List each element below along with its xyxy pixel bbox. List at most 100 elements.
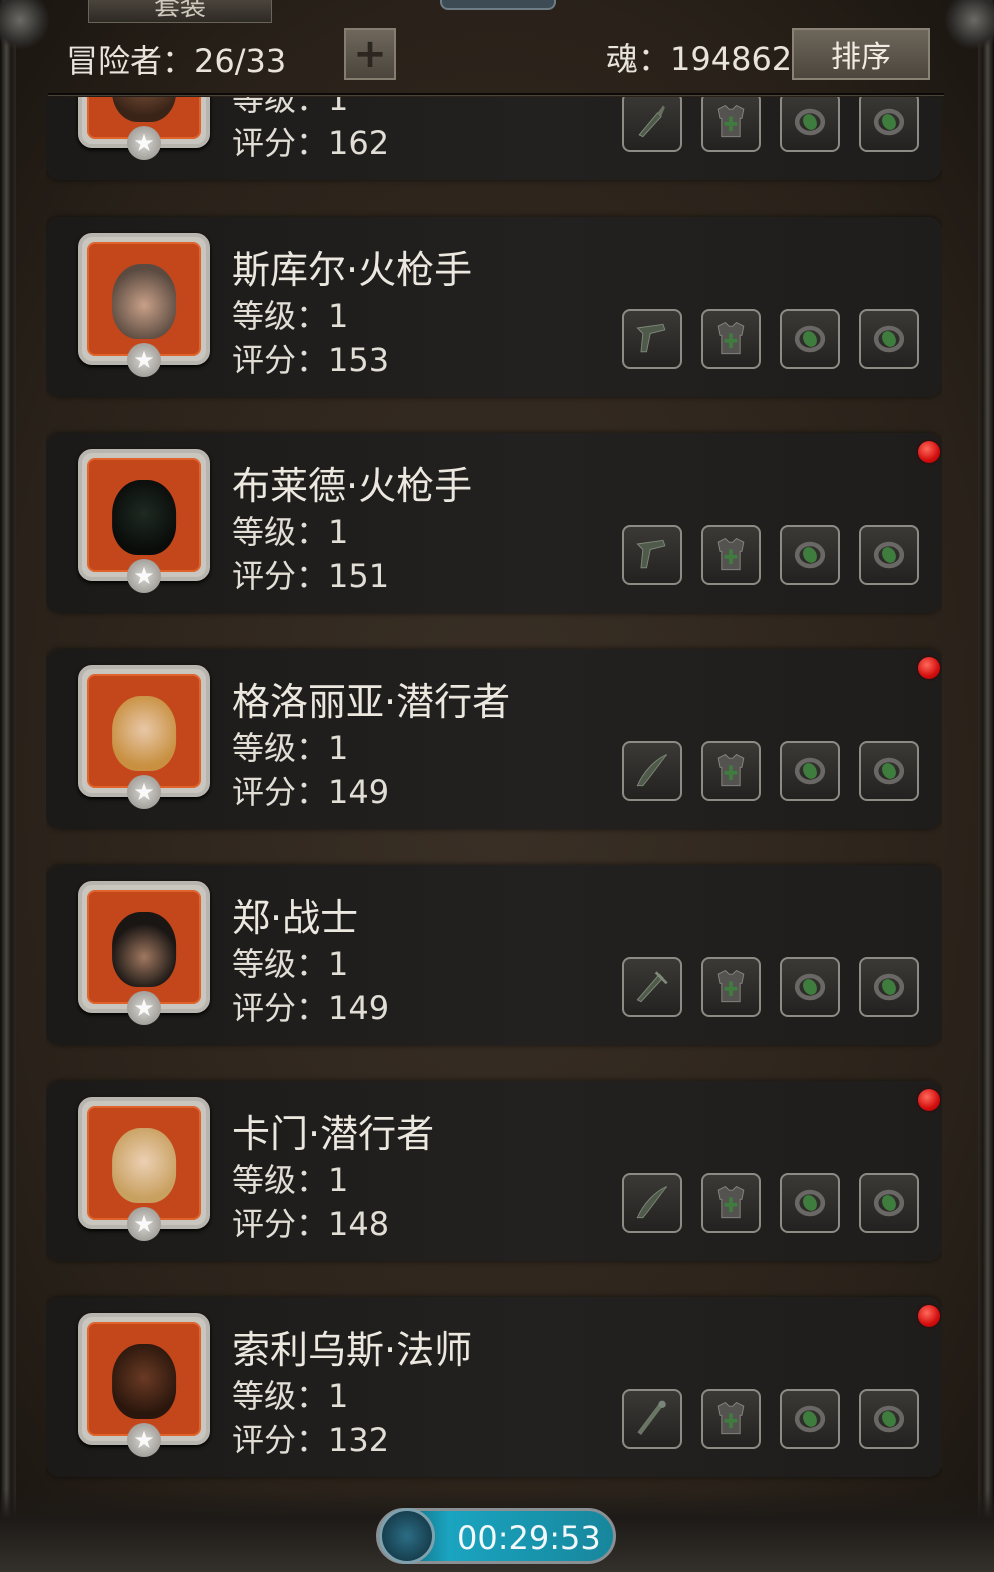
adventurer-level: 等级：1 [232, 1377, 349, 1415]
equipment-slot[interactable] [780, 309, 840, 369]
timer-value: 00:29:53 [457, 1519, 601, 1557]
ring-icon [873, 973, 905, 1001]
adventurer-portrait[interactable]: ★ [78, 233, 210, 377]
star-rank-icon: ★ [127, 126, 161, 160]
adventurer-portrait[interactable]: ★ [78, 449, 210, 593]
sort-button[interactable]: 排序 [792, 28, 930, 80]
add-adventurer-slot-button[interactable]: + [344, 28, 396, 80]
dagger-icon [638, 105, 665, 138]
adventurer-card[interactable]: ★ 郑·战士等级：1 评分：149 [46, 865, 942, 1045]
equipment-slot[interactable] [780, 741, 840, 801]
adventurer-level: 等级：1 [232, 513, 349, 551]
equipment-slot[interactable] [701, 525, 761, 585]
notification-dot [918, 1089, 940, 1111]
frame-corner-ornament [0, 0, 50, 50]
star-rank-icon: ★ [127, 775, 161, 809]
adventurer-portrait[interactable]: ★ [78, 1097, 210, 1241]
ring-icon [794, 1405, 826, 1433]
header-divider [48, 93, 944, 95]
portrait-background [87, 674, 201, 788]
adventurer-name: 索利乌斯·法师 [232, 1328, 473, 1372]
equipment-slot[interactable] [859, 97, 919, 152]
roster-header: 冒险者：26/33 + 魂：194862 排序 [50, 22, 944, 94]
notification-dot [918, 657, 940, 679]
ring-icon [794, 973, 826, 1001]
adventurer-level: 等级：1 [232, 945, 349, 983]
equipment-slot[interactable] [859, 1173, 919, 1233]
adventurer-card[interactable]: ★ 等级：1 评分：162 [46, 97, 942, 180]
frame-right-border [978, 0, 994, 1572]
adventurer-face-image [112, 1343, 176, 1419]
equipment-slot[interactable] [701, 1173, 761, 1233]
adventurer-score: 评分：149 [232, 773, 390, 811]
equipment-slot[interactable] [701, 957, 761, 1017]
adventurer-card[interactable]: ★ 斯库尔·火枪手 等级：1 评分：153 [46, 217, 942, 397]
tab-equipment-set[interactable]: 套装 [88, 0, 272, 23]
armor-icon [717, 104, 745, 138]
frame-left-border [0, 0, 16, 1572]
adventurer-score: 评分：149 [232, 989, 390, 1027]
equipment-slot[interactable] [701, 1389, 761, 1449]
adventurer-score: 评分：162 [232, 124, 390, 162]
adventurer-face-image [112, 479, 176, 555]
adventurer-portrait[interactable]: ★ [78, 665, 210, 809]
equipment-slot[interactable] [701, 97, 761, 152]
adventurer-card[interactable]: ★ 布莱德·火枪手等级：1 评分：151 [46, 433, 942, 613]
equipment-slot[interactable] [780, 1173, 840, 1233]
ring-icon [873, 1189, 905, 1217]
ring-icon [873, 541, 905, 569]
armor-icon [717, 1401, 745, 1435]
adventurer-level: 等级：1 [232, 297, 349, 335]
equipment-slot[interactable] [859, 741, 919, 801]
equipment-slot[interactable] [622, 741, 682, 801]
adventurer-list[interactable]: ★ 等级：1 评分：162 ★ 斯库尔·火枪手 等级：1 评分：153 ★ 布莱德·火枪手 等级：… [46, 97, 942, 1492]
adventurer-name: 布莱德·火枪手 [232, 464, 473, 508]
adventurer-name: 卡门·潜行者 [232, 1112, 435, 1156]
equipment-slot[interactable] [622, 1389, 682, 1449]
equipment-slot[interactable] [701, 741, 761, 801]
adventurer-card[interactable]: ★ 索利乌斯·法师 等级：1 评分：132 [46, 1297, 942, 1477]
equipment-slot[interactable] [622, 1173, 682, 1233]
star-rank-icon: ★ [127, 1207, 161, 1241]
ring-icon [873, 325, 905, 353]
adventurer-portrait[interactable]: ★ [78, 1313, 210, 1457]
ring-icon [794, 108, 826, 136]
equipment-slot[interactable] [859, 309, 919, 369]
equipment-slot[interactable] [622, 957, 682, 1017]
equipment-slot[interactable] [701, 309, 761, 369]
portrait-background [87, 458, 201, 572]
adventurer-card[interactable]: ★ 格洛丽亚·潜行者 等级：1 评分：149 [46, 649, 942, 829]
adventurer-face-image [112, 695, 176, 771]
soul-currency: 魂：194862 [606, 40, 793, 78]
clock-icon [379, 1508, 435, 1564]
ring-icon [873, 108, 905, 136]
adventurer-score: 评分：151 [232, 557, 390, 595]
ring-icon [794, 541, 826, 569]
equipment-slot[interactable] [780, 957, 840, 1017]
tab-equipment-set-label: 套装 [153, 0, 206, 22]
equipment-slot[interactable] [622, 309, 682, 369]
adventurer-name: 郑·战士 [232, 896, 359, 940]
equipment-slot[interactable] [780, 1389, 840, 1449]
notification-dot [918, 1305, 940, 1327]
equipment-slot[interactable] [859, 525, 919, 585]
adventurer-name: 格洛丽亚·潜行者 [232, 680, 511, 724]
equipment-slot[interactable] [780, 525, 840, 585]
equipment-slot[interactable] [859, 1389, 919, 1449]
adventurer-face-image [112, 911, 176, 987]
pistol-icon [636, 539, 666, 569]
equipment-slot[interactable] [622, 97, 682, 152]
armor-icon [717, 753, 745, 787]
equipment-slot[interactable] [622, 525, 682, 585]
equipment-slot[interactable] [780, 97, 840, 152]
adventurer-face-image [112, 97, 176, 122]
plus-icon: + [353, 31, 387, 77]
ring-icon [794, 1189, 826, 1217]
adventurer-card[interactable]: ★ 卡门·潜行者 等级：1 评分：148 [46, 1081, 942, 1261]
equipment-slot[interactable] [859, 957, 919, 1017]
timer-bar: 00:29:53 [376, 1508, 616, 1564]
portrait-background [87, 1322, 201, 1436]
adventurer-portrait[interactable]: ★ [78, 881, 210, 1025]
adventurer-count: 冒险者：26/33 [66, 42, 287, 80]
adventurer-portrait[interactable]: ★ [78, 97, 210, 160]
